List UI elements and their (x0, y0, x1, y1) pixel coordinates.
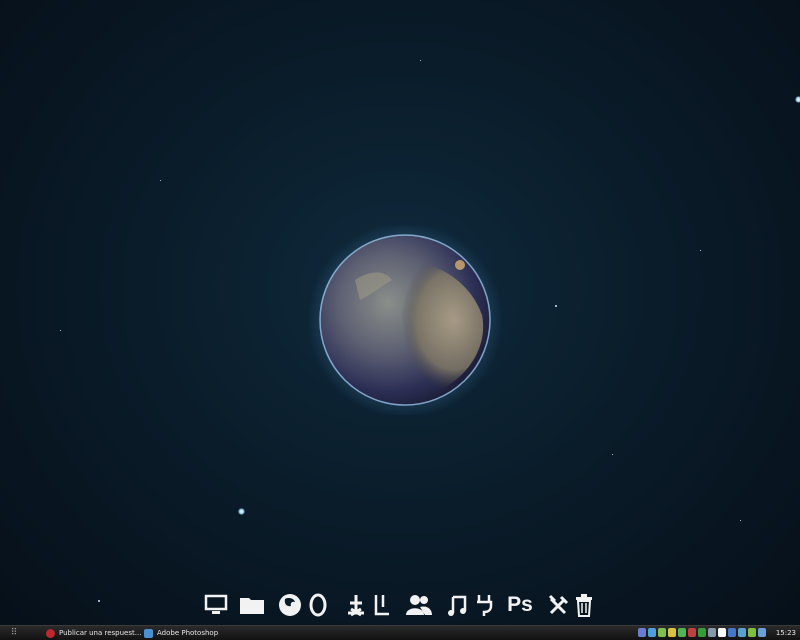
firefox-icon[interactable] (276, 591, 304, 619)
computer-icon[interactable] (202, 591, 230, 619)
tray-icon[interactable] (748, 628, 756, 637)
tray-icon[interactable] (738, 628, 746, 637)
trash-icon[interactable] (570, 591, 598, 619)
tray-icon[interactable] (668, 628, 676, 637)
taskbar-item-opera[interactable]: Publicar una respuest... (46, 627, 141, 639)
photoshop-label: Ps (507, 593, 533, 616)
star (60, 330, 61, 331)
taskbar-item-photoshop[interactable]: Adobe Photoshop (144, 627, 218, 639)
star (795, 96, 800, 103)
start-button[interactable]: ⠿ (6, 627, 22, 639)
desktop-wallpaper: Ps (0, 0, 800, 625)
star (612, 454, 613, 455)
tray-icon[interactable] (638, 628, 646, 637)
tray-icon[interactable] (698, 628, 706, 637)
tray-icon[interactable] (658, 628, 666, 637)
tray-icon[interactable] (718, 628, 726, 637)
taskbar-item-label: Publicar una respuest... (59, 629, 142, 637)
opera-icon[interactable] (304, 591, 332, 619)
dock: Ps (200, 588, 600, 622)
system-tray (638, 628, 766, 638)
clock: 15:23 (775, 629, 796, 637)
star (98, 600, 100, 602)
earth-planet (300, 222, 510, 418)
tray-icon[interactable] (688, 628, 696, 637)
photoshop-icon[interactable]: Ps (506, 591, 534, 619)
photoshop-icon (144, 628, 153, 638)
tray-icon[interactable] (708, 628, 716, 637)
anchor-icon[interactable] (342, 591, 370, 619)
opera-icon (46, 628, 55, 638)
messenger-icon[interactable] (405, 591, 433, 619)
tray-icon[interactable] (758, 628, 766, 637)
taskbar-item-label: Adobe Photoshop (157, 629, 219, 637)
utorrent-icon[interactable] (368, 591, 396, 619)
tray-icon[interactable] (678, 628, 686, 637)
star (740, 520, 741, 521)
star (700, 250, 701, 251)
star (420, 60, 421, 61)
taskbar: ⠿ Publicar una respuest... Adobe Photosh… (0, 625, 800, 640)
star (238, 508, 245, 515)
tray-icon[interactable] (648, 628, 656, 637)
tools-icon[interactable] (545, 591, 573, 619)
music-icon[interactable] (443, 591, 471, 619)
tray-icon[interactable] (728, 628, 736, 637)
folder-icon[interactable] (238, 591, 266, 619)
star (555, 305, 557, 307)
star (160, 180, 161, 181)
plug-icon[interactable] (470, 591, 498, 619)
